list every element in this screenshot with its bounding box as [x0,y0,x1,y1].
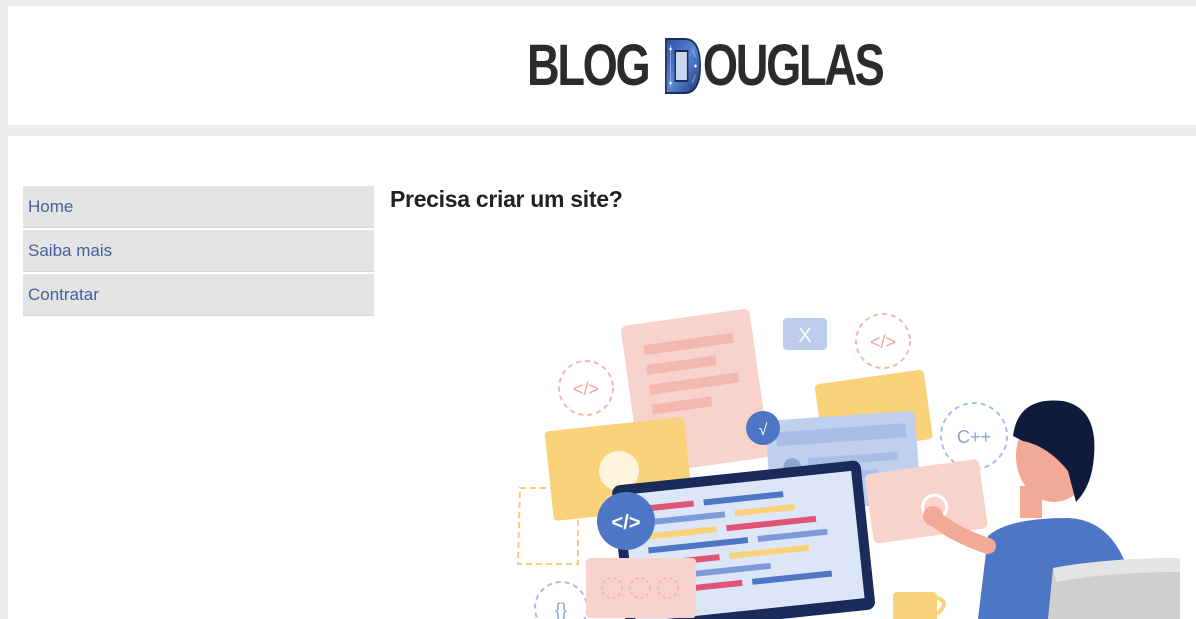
main-panel: Home Saiba mais Contratar Precisa criar … [8,136,1196,619]
svg-text:</>: </> [870,332,896,352]
cpp-badge: C++ [940,402,1008,470]
site-logo[interactable]: BLOG OUGLAS [527,33,885,98]
menu-item-home[interactable]: Home [23,186,374,228]
close-icon: X [783,318,827,350]
page-headline: Precisa criar um site? [390,186,623,212]
menu-item-saiba-mais[interactable]: Saiba mais [23,230,374,272]
svg-text:X: X [798,325,811,347]
svg-text:{}: {} [555,600,567,619]
svg-text:√: √ [759,422,768,439]
sidebar-menu: Home Saiba mais Contratar [23,186,374,318]
logo-circuit-letter-icon [664,37,701,95]
braces-icon: {} [534,581,588,619]
logo-text-right: OUGLAS [702,33,885,98]
site-header: BLOG OUGLAS [8,6,1196,125]
code-icon: </> [558,360,614,416]
logo-text-left: BLOG [527,33,651,98]
svg-text:</>: </> [573,379,599,399]
code-icon: </> [855,313,911,369]
svg-text:</>: </> [612,512,641,534]
menu-item-contratar[interactable]: Contratar [23,274,374,316]
svg-text:C++: C++ [957,427,991,447]
check-icon: √ [746,411,780,445]
web-development-illustration: X </> </> C++ √ </> {} [508,296,1188,619]
code-icon: </> [597,492,655,550]
